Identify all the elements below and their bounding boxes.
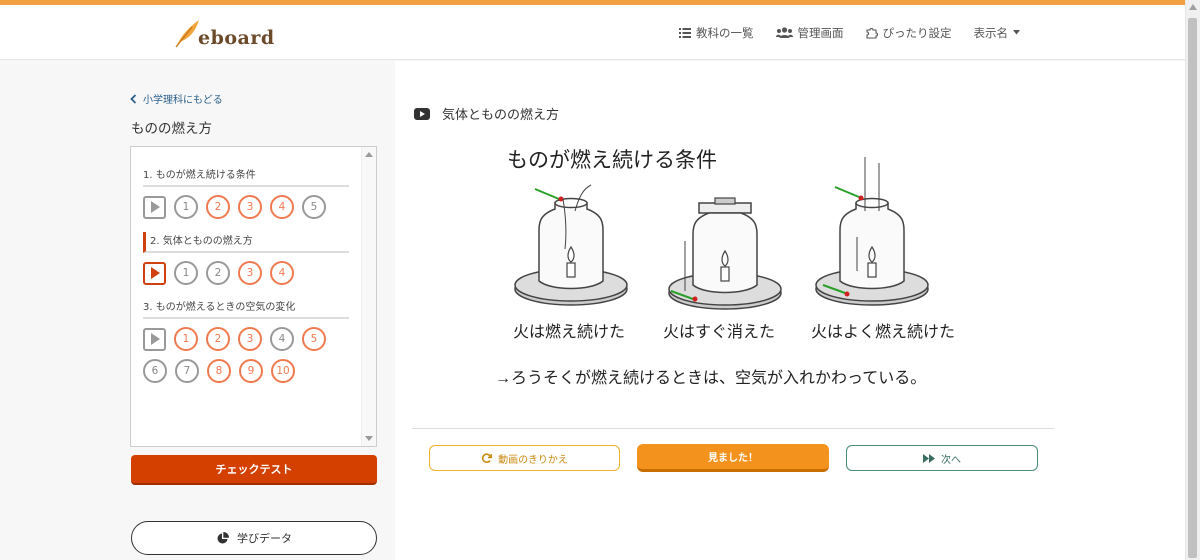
quiz-step-button[interactable]: 5 <box>302 327 326 351</box>
quiz-step-button[interactable]: 9 <box>239 359 263 383</box>
caret-down-icon <box>1013 30 1020 35</box>
fast-forward-icon <box>923 453 935 463</box>
lesson-3: 3. ものが燃えるときの空気の変化 1 2 3 4 5 6 7 8 9 10 <box>143 298 349 383</box>
check-test-button[interactable]: チェックテスト <box>131 455 377 485</box>
logo-text: eboard <box>198 27 275 49</box>
play-icon <box>151 333 160 345</box>
nav-fit-settings[interactable]: ぴったり設定 <box>865 25 952 41</box>
switch-video-button[interactable]: 動画のきりかえ <box>429 445 620 471</box>
course-title: ものの燃え方 <box>131 121 212 137</box>
next-button[interactable]: 次へ <box>846 445 1038 471</box>
video-slide[interactable]: ものが燃え続ける条件 火は燃え続けた 火はすぐ消えた 火はよく燃え続けた →ろう… <box>495 141 1005 391</box>
back-link[interactable]: 小学理科にもどる <box>130 91 223 106</box>
play-icon <box>151 201 160 213</box>
quiz-step-button[interactable]: 1 <box>174 195 198 219</box>
quiz-step-button[interactable]: 2 <box>206 261 230 285</box>
slide-heading: ものが燃え続ける条件 <box>507 149 717 172</box>
quiz-step-button[interactable]: 8 <box>207 359 231 383</box>
quiz-step-button[interactable]: 4 <box>270 327 294 351</box>
scroll-down-arrow-icon[interactable] <box>365 436 373 441</box>
quiz-step-button[interactable]: 3 <box>238 327 262 351</box>
play-video-button[interactable] <box>143 195 166 219</box>
seen-button[interactable]: 見ました！ <box>637 444 829 472</box>
quiz-step-button[interactable]: 5 <box>302 195 326 219</box>
nav-subject-list-label: 教科の一覧 <box>696 25 754 40</box>
scroll-up-arrow-icon[interactable] <box>365 152 373 157</box>
lesson-title[interactable]: 2. 気体とものの燃え方 <box>143 232 349 253</box>
nav-fit-settings-label: ぴったり設定 <box>882 25 952 40</box>
page-scroll-thumb[interactable] <box>1188 18 1197 558</box>
slide-caption-1: 火は燃え続けた <box>513 323 625 341</box>
video-icon <box>414 107 430 120</box>
lesson-list-scrollbar[interactable] <box>361 147 376 446</box>
quiz-step-button[interactable]: 3 <box>238 261 262 285</box>
nav-admin[interactable]: 管理画面 <box>775 25 844 41</box>
quiz-step-button[interactable]: 3 <box>238 195 262 219</box>
learning-data-button[interactable]: 学びデータ <box>131 521 377 555</box>
play-video-button[interactable] <box>143 261 166 285</box>
lesson-video-row: 1 2 3 4 5 <box>143 327 349 351</box>
puzzle-icon <box>865 27 878 39</box>
lesson-video-row: 1 2 3 4 5 <box>143 195 349 219</box>
lesson-list[interactable]: 1. ものが燃え続ける条件 1 2 3 4 5 2. 気体とものの燃え方 1 2… <box>130 146 377 447</box>
video-title: 気体とものの燃え方 <box>414 104 559 123</box>
page-scrollbar[interactable] <box>1185 0 1200 560</box>
page-scroll-up-icon[interactable] <box>1189 4 1197 10</box>
quiz-step-button[interactable]: 10 <box>271 359 295 383</box>
quiz-step-button[interactable]: 6 <box>143 359 167 383</box>
refresh-icon <box>482 452 493 463</box>
quiz-step-button[interactable]: 4 <box>270 261 294 285</box>
learning-data-label: 学びデータ <box>237 532 292 545</box>
play-video-button[interactable] <box>143 327 166 351</box>
users-icon <box>775 27 793 38</box>
chevron-left-icon <box>130 93 137 104</box>
top-header: eboard 教科の一覧 管理画面 ぴったり設定 表示名 <box>0 5 1185 60</box>
sidebar: 小学理科にもどる ものの燃え方 1. ものが燃え続ける条件 1 2 3 4 5 … <box>0 61 395 560</box>
nav-display-name-dropdown[interactable]: 表示名 <box>973 25 1020 41</box>
pie-chart-icon <box>217 531 229 543</box>
back-link-label: 小学理科にもどる <box>143 95 223 106</box>
list-icon <box>679 27 691 38</box>
slide-caption-2: 火はすぐ消えた <box>663 323 775 341</box>
quiz-step-button[interactable]: 2 <box>206 327 230 351</box>
quiz-step-button[interactable]: 4 <box>270 195 294 219</box>
lesson-2: 2. 気体とものの燃え方 1 2 3 4 <box>143 232 349 285</box>
switch-video-label: 動画のきりかえ <box>498 454 568 466</box>
header-nav: 教科の一覧 管理画面 ぴったり設定 表示名 <box>679 5 1020 60</box>
quiz-step-button[interactable]: 2 <box>206 195 230 219</box>
eboard-logo[interactable]: eboard <box>172 17 275 49</box>
next-label: 次へ <box>941 454 961 466</box>
divider <box>412 428 1054 429</box>
lesson-quiz-row: 6 7 8 9 10 <box>143 359 349 383</box>
nav-subject-list[interactable]: 教科の一覧 <box>679 25 754 41</box>
lesson-title[interactable]: 1. ものが燃え続ける条件 <box>143 166 349 187</box>
slide-conclusion: →ろうそくが燃え続けるときは、空気が入れかわっている。 <box>495 369 926 387</box>
lesson-title[interactable]: 3. ものが燃えるときの空気の変化 <box>143 298 349 319</box>
lesson-video-row: 1 2 3 4 <box>143 261 349 285</box>
main-content: 気体とものの燃え方 ものが燃え続ける条件 火は燃え続けた 火はすぐ消えた 火はよ… <box>395 61 1185 560</box>
play-icon <box>151 267 160 279</box>
nav-admin-label: 管理画面 <box>797 25 844 40</box>
video-title-text: 気体とものの燃え方 <box>442 108 560 123</box>
quiz-step-button[interactable]: 1 <box>174 327 198 351</box>
slide-caption-3: 火はよく燃え続けた <box>811 323 955 341</box>
nav-display-name-label: 表示名 <box>973 25 1009 40</box>
quiz-step-button[interactable]: 7 <box>175 359 199 383</box>
quiz-step-button[interactable]: 1 <box>174 261 198 285</box>
lesson-1: 1. ものが燃え続ける条件 1 2 3 4 5 <box>143 166 349 219</box>
